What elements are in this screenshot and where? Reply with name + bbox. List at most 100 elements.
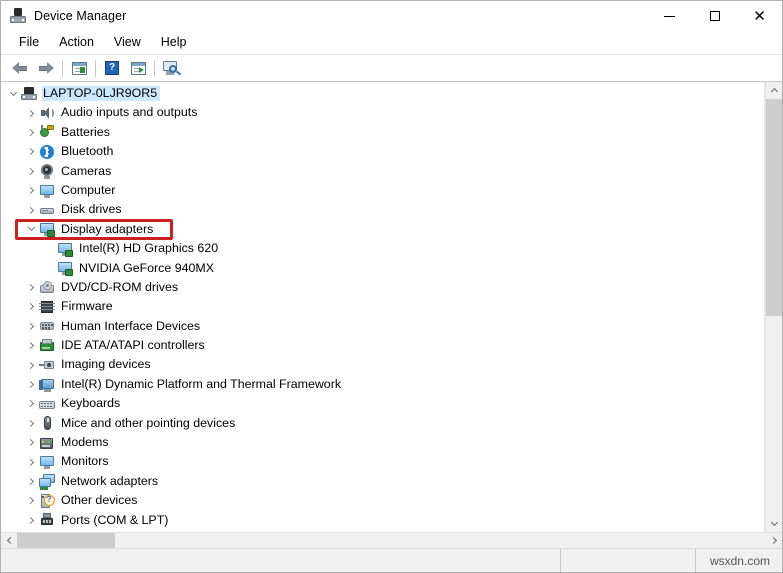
back-button[interactable]: [7, 57, 33, 80]
title-bar: Device Manager ✕: [1, 1, 782, 31]
tree-item-keyboards[interactable]: Keyboards: [1, 394, 764, 413]
computer-icon: [39, 183, 55, 199]
status-bar: wsxdn.com: [1, 548, 782, 572]
menu-help[interactable]: Help: [151, 33, 197, 52]
tree-item-modems[interactable]: Modems: [1, 433, 764, 452]
scroll-thumb[interactable]: [766, 99, 782, 317]
close-button[interactable]: ✕: [737, 1, 782, 31]
chevron-down-icon[interactable]: [23, 221, 39, 237]
tree-item-label: LAPTOP-0LJR9OR5: [42, 85, 161, 102]
minimize-icon: [664, 15, 675, 17]
chevron-right-icon[interactable]: [23, 299, 39, 315]
chevron-down-icon[interactable]: [5, 86, 21, 102]
tree-item-label: Intel(R) HD Graphics 620: [79, 241, 219, 256]
vertical-scrollbar[interactable]: [765, 82, 782, 532]
chevron-right-icon[interactable]: [23, 377, 39, 393]
tree-item-laptop-0ljr9or5[interactable]: LAPTOP-0LJR9OR5: [1, 84, 764, 103]
chevron-right-icon[interactable]: [23, 144, 39, 160]
tree-item-display-adapters[interactable]: Display adapters: [1, 220, 764, 239]
maximize-button[interactable]: [692, 1, 737, 31]
firmware-icon: [39, 299, 55, 315]
chevron-right-icon[interactable]: [23, 105, 39, 121]
tree-item-cameras[interactable]: Cameras: [1, 162, 764, 181]
tree-item-bluetooth[interactable]: Bluetooth: [1, 142, 764, 161]
tree-item-disk-drives[interactable]: Disk drives: [1, 200, 764, 219]
chevron-right-icon[interactable]: [23, 318, 39, 334]
menu-action[interactable]: Action: [49, 33, 104, 52]
chevron-right-icon[interactable]: [23, 454, 39, 470]
properties-button[interactable]: [66, 57, 92, 80]
chevron-right-icon[interactable]: [23, 280, 39, 296]
tree-item-imaging-devices[interactable]: Imaging devices: [1, 355, 764, 374]
tree-item-firmware[interactable]: Firmware: [1, 297, 764, 316]
tree-item-network-adapters[interactable]: Network adapters: [1, 472, 764, 491]
scroll-right-button[interactable]: [766, 533, 782, 548]
tree-item-human-interface-devices[interactable]: Human Interface Devices: [1, 317, 764, 336]
window-controls: ✕: [647, 1, 782, 31]
chevron-right-icon[interactable]: [23, 124, 39, 140]
tree-item-intelr-dynamic-platform-and-thermal-framework[interactable]: Intel(R) Dynamic Platform and Thermal Fr…: [1, 375, 764, 394]
hid-icon: [39, 318, 55, 334]
scroll-left-button[interactable]: [1, 533, 17, 548]
tree-item-ide-ataatapi-controllers[interactable]: IDE ATA/ATAPI controllers: [1, 336, 764, 355]
toolbar-separator: [154, 59, 155, 77]
chevron-right-icon[interactable]: [23, 163, 39, 179]
chevron-right-icon[interactable]: [23, 474, 39, 490]
chevron-right-icon[interactable]: [23, 202, 39, 218]
h-scroll-track[interactable]: [17, 533, 766, 548]
help-button[interactable]: ?: [99, 57, 125, 80]
device-tree[interactable]: LAPTOP-0LJR9OR5 Audio inputs and outputs…: [1, 82, 765, 532]
tree-item-monitors[interactable]: Monitors: [1, 452, 764, 471]
tree-item-label: DVD/CD-ROM drives: [61, 279, 179, 294]
tree-item-computer[interactable]: Computer: [1, 181, 764, 200]
chevron-right-icon[interactable]: [23, 415, 39, 431]
toolbar-separator: [62, 59, 63, 77]
tree-item-batteries[interactable]: Batteries: [1, 123, 764, 142]
horizontal-scrollbar[interactable]: [1, 532, 782, 548]
tree-item-dvdcd-rom-drives[interactable]: DVD/CD-ROM drives: [1, 278, 764, 297]
display-adapter-icon: [57, 260, 73, 277]
chevron-right-icon[interactable]: [23, 357, 39, 373]
speaker-icon: [39, 105, 55, 121]
chevron-right-icon: [769, 536, 777, 545]
tree-item-ports-com-lpt[interactable]: Ports (COM & LPT): [1, 511, 764, 530]
h-scroll-thumb[interactable]: [17, 533, 115, 548]
chevron-down-icon: [770, 518, 778, 527]
tree-item-label: Audio inputs and outputs: [61, 105, 198, 120]
chevron-up-icon: [770, 87, 778, 96]
tree-item-label: Intel(R) Dynamic Platform and Thermal Fr…: [61, 376, 342, 391]
tree-item-mice-and-other-pointing-devices[interactable]: Mice and other pointing devices: [1, 414, 764, 433]
forward-arrow-icon: [38, 61, 54, 75]
tree-item-other-devices[interactable]: ? Other devices: [1, 491, 764, 510]
toolbar-separator: [95, 59, 96, 77]
scroll-track[interactable]: [766, 99, 782, 515]
chevron-right-icon[interactable]: [23, 435, 39, 451]
minimize-button[interactable]: [647, 1, 692, 31]
tree-item-audio-inputs-and-outputs[interactable]: Audio inputs and outputs: [1, 103, 764, 122]
chevron-right-icon[interactable]: [23, 512, 39, 528]
tree-item-label: Other devices: [61, 493, 138, 508]
menu-view[interactable]: View: [104, 33, 151, 52]
tree-item-label: Computer: [61, 182, 116, 197]
chevron-right-icon[interactable]: [23, 396, 39, 412]
chevron-right-icon[interactable]: [23, 183, 39, 199]
menu-file[interactable]: File: [9, 33, 49, 52]
scroll-down-button[interactable]: [766, 515, 782, 532]
tree-item-label: IDE ATA/ATAPI controllers: [61, 338, 205, 353]
tree-item-print-queues[interactable]: Print queues: [1, 530, 764, 532]
forward-button[interactable]: [33, 57, 59, 80]
tree-item-intelr-hd-graphics-620[interactable]: Intel(R) HD Graphics 620: [1, 239, 764, 258]
update-driver-button[interactable]: [125, 57, 151, 80]
window-title: Device Manager: [34, 9, 127, 23]
tree-item-nvidia-geforce-940mx[interactable]: NVIDIA GeForce 940MX: [1, 259, 764, 278]
scroll-up-button[interactable]: [766, 82, 782, 99]
tree-item-label: Display adapters: [61, 221, 154, 236]
scan-hardware-button[interactable]: [158, 57, 184, 80]
monitor-icon: [39, 454, 55, 470]
chevron-right-icon[interactable]: [23, 493, 39, 509]
ide-controller-icon: [39, 338, 55, 354]
menu-bar: File Action View Help: [1, 31, 782, 55]
chevron-right-icon[interactable]: [23, 338, 39, 354]
disk-drive-icon: [39, 202, 55, 218]
device-manager-icon: [10, 8, 26, 24]
